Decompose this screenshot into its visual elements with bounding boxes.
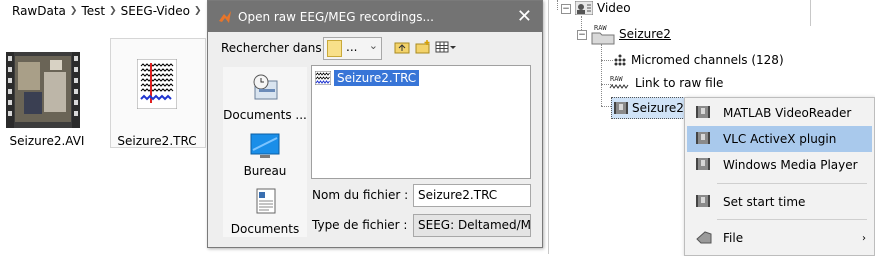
- menu-separator: [717, 183, 867, 184]
- trc-file-icon: [137, 59, 177, 109]
- file-menu-icon: [696, 231, 712, 244]
- file-list[interactable]: Seizure2.TRC: [311, 65, 531, 179]
- look-in-label: Rechercher dans :: [221, 41, 330, 55]
- trc-file-icon: [315, 71, 331, 85]
- svg-text:RAW: RAW: [610, 75, 623, 83]
- recent-documents-icon: [253, 74, 278, 100]
- folder-icon: [327, 40, 342, 57]
- video-icon: [696, 132, 710, 144]
- dialog-titlebar[interactable]: Open raw EEG/MEG recordings... ✕: [208, 1, 542, 32]
- video-icon: [696, 106, 710, 118]
- breadcrumb-separator-icon: ❯: [69, 6, 78, 16]
- tree-node-seizure2[interactable]: RAW Seizure2: [591, 24, 671, 45]
- menu-item-windows-media-player[interactable]: Windows Media Player: [687, 152, 872, 178]
- tree-node-label: Micromed channels (128): [631, 53, 784, 67]
- file-explorer: RawData ❯ Test ❯ SEEG-Video ❯ Seizure2.A…: [0, 0, 210, 254]
- breadcrumb: RawData ❯ Test ❯ SEEG-Video ❯: [0, 0, 210, 22]
- context-menu: MATLAB VideoReader VLC ActiveX plugin Wi…: [684, 97, 875, 256]
- subject-icon: [575, 1, 593, 15]
- breadcrumb-separator-icon: ❯: [109, 6, 117, 16]
- menu-item-label: Set start time: [723, 195, 806, 209]
- tree-node-video-file[interactable]: Seizure2: [611, 97, 689, 119]
- filetype-dropdown[interactable]: SEEG: Deltamed/Micromed: [413, 214, 531, 237]
- desktop-icon: [250, 133, 280, 158]
- places-sidebar: Documents ... Bureau Documents: [223, 67, 307, 237]
- tree-node-video[interactable]: Video: [575, 0, 631, 18]
- menu-item-set-start-time[interactable]: Set start time: [687, 189, 872, 215]
- channels-icon: [614, 54, 626, 66]
- breadcrumb-separator-icon: ❯: [193, 6, 202, 16]
- collapse-icon[interactable]: −: [577, 30, 587, 40]
- svg-text:RAW: RAW: [594, 24, 607, 32]
- menu-item-matlab-videoreader[interactable]: MATLAB VideoReader: [687, 100, 872, 126]
- file-name[interactable]: Seizure2.AVI: [0, 134, 94, 148]
- pane-divider: [810, 0, 811, 26]
- file-item-avi[interactable]: [6, 52, 80, 128]
- filename-label: Nom du fichier :: [312, 188, 409, 202]
- breadcrumb-item[interactable]: SEEG-Video: [121, 4, 190, 18]
- video-thumbnail: [6, 52, 80, 128]
- video-icon: [696, 195, 710, 207]
- menu-item-label: MATLAB VideoReader: [723, 106, 852, 120]
- file-item-trc[interactable]: [110, 38, 206, 148]
- place-desktop[interactable]: Bureau: [223, 133, 307, 178]
- menu-item-label: File: [723, 231, 744, 245]
- tree-node-label: Link to raw file: [635, 76, 724, 90]
- tree-node-label: Seizure2: [632, 101, 684, 115]
- submenu-arrow-icon: ›: [862, 232, 866, 244]
- view-menu-icon[interactable]: [435, 39, 457, 55]
- menu-item-label: VLC ActiveX plugin: [723, 132, 837, 146]
- file-list-item[interactable]: Seizure2.TRC: [315, 69, 420, 87]
- close-icon[interactable]: ✕: [517, 6, 532, 27]
- place-label: Bureau: [243, 164, 287, 178]
- tree-node-label: Seizure2: [619, 27, 671, 41]
- up-folder-icon[interactable]: [394, 39, 410, 55]
- video-icon: [614, 102, 628, 114]
- dialog-title: Open raw EEG/MEG recordings...: [238, 9, 434, 24]
- filename-input[interactable]: Seizure2.TRC: [413, 184, 531, 207]
- breadcrumb-item[interactable]: Test: [81, 4, 105, 18]
- file-name[interactable]: Seizure2.TRC: [110, 134, 204, 148]
- look-in-value: ...: [346, 40, 358, 54]
- collapse-icon[interactable]: −: [561, 4, 571, 14]
- menu-separator: [717, 219, 867, 220]
- place-documents[interactable]: Documents: [223, 187, 307, 236]
- file-list-item-label: Seizure2.TRC: [334, 70, 420, 86]
- menu-item-label: Windows Media Player: [723, 158, 858, 172]
- place-label: Documents: [230, 222, 300, 236]
- breadcrumb-item[interactable]: RawData: [12, 4, 66, 18]
- video-icon: [696, 158, 710, 170]
- menu-item-file[interactable]: File ›: [687, 225, 872, 251]
- tree-node-link[interactable]: RAW Link to raw file: [609, 73, 723, 93]
- place-label: Documents ...: [223, 108, 307, 122]
- filetype-label: Type de fichier :: [312, 218, 408, 232]
- place-recent-documents[interactable]: Documents ...: [223, 73, 307, 122]
- menu-item-vlc-activex[interactable]: VLC ActiveX plugin: [687, 126, 872, 152]
- raw-folder-icon: RAW: [591, 24, 615, 45]
- matlab-icon: [219, 11, 231, 23]
- tree-node-label: Video: [597, 1, 631, 15]
- new-folder-icon[interactable]: [415, 39, 431, 55]
- documents-icon: [256, 188, 276, 214]
- tree-node-channels[interactable]: Micromed channels (128): [613, 50, 784, 70]
- look-in-dropdown[interactable]: ... ⌄: [323, 37, 382, 60]
- chevron-down-icon: ⌄: [368, 39, 378, 52]
- raw-link-icon: RAW: [609, 75, 629, 89]
- open-file-dialog: Open raw EEG/MEG recordings... ✕ Recherc…: [207, 0, 543, 248]
